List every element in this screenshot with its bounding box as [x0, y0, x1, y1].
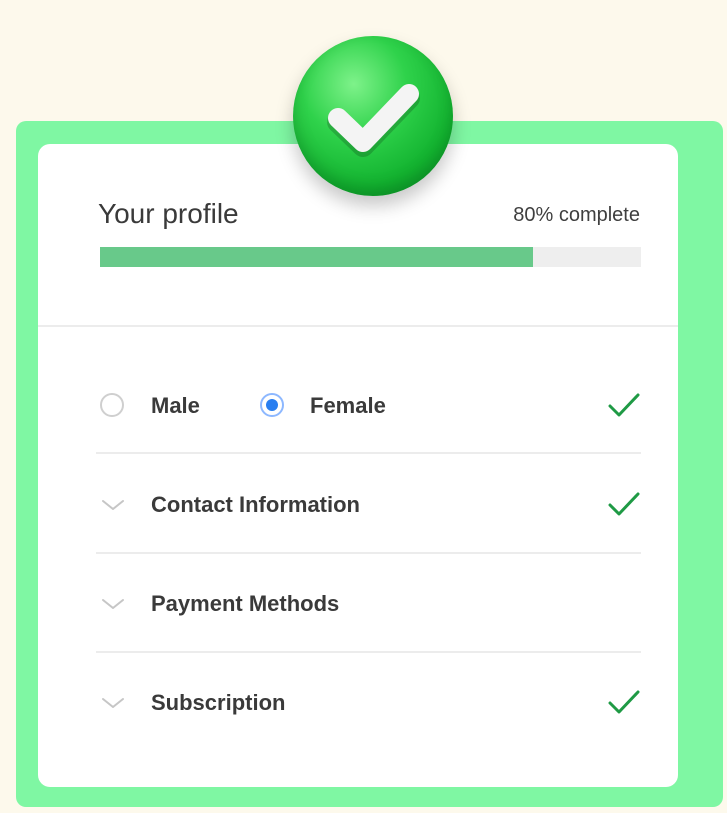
- section-label[interactable]: Subscription: [151, 690, 285, 716]
- gender-row: Male Female: [96, 376, 641, 436]
- radio-male-label[interactable]: Male: [151, 393, 200, 419]
- row-divider: [96, 552, 641, 554]
- section-subscription[interactable]: Subscription: [96, 673, 641, 733]
- section-label[interactable]: Contact Information: [151, 492, 360, 518]
- completion-text: 80% complete: [513, 204, 640, 226]
- progress-bar: [100, 247, 641, 267]
- radio-male[interactable]: [100, 393, 124, 417]
- chevron-down-icon[interactable]: [100, 596, 126, 612]
- chevron-down-icon[interactable]: [100, 497, 126, 513]
- check-icon: [608, 690, 640, 714]
- section-payment-methods[interactable]: Payment Methods: [96, 574, 641, 634]
- row-divider: [96, 651, 641, 653]
- chevron-down-icon[interactable]: [100, 695, 126, 711]
- section-contact-information[interactable]: Contact Information: [96, 475, 641, 535]
- progress-fill: [100, 247, 533, 267]
- section-label[interactable]: Payment Methods: [151, 591, 339, 617]
- header-divider: [38, 325, 678, 327]
- profile-card: Your profile 80% complete Male Female Co…: [38, 144, 678, 787]
- check-circle-icon: [293, 36, 453, 196]
- radio-female[interactable]: [260, 393, 284, 417]
- page-title: Your profile: [98, 198, 239, 229]
- check-icon: [608, 492, 640, 516]
- row-divider: [96, 452, 641, 454]
- radio-female-label[interactable]: Female: [310, 393, 386, 419]
- check-icon: [608, 393, 640, 417]
